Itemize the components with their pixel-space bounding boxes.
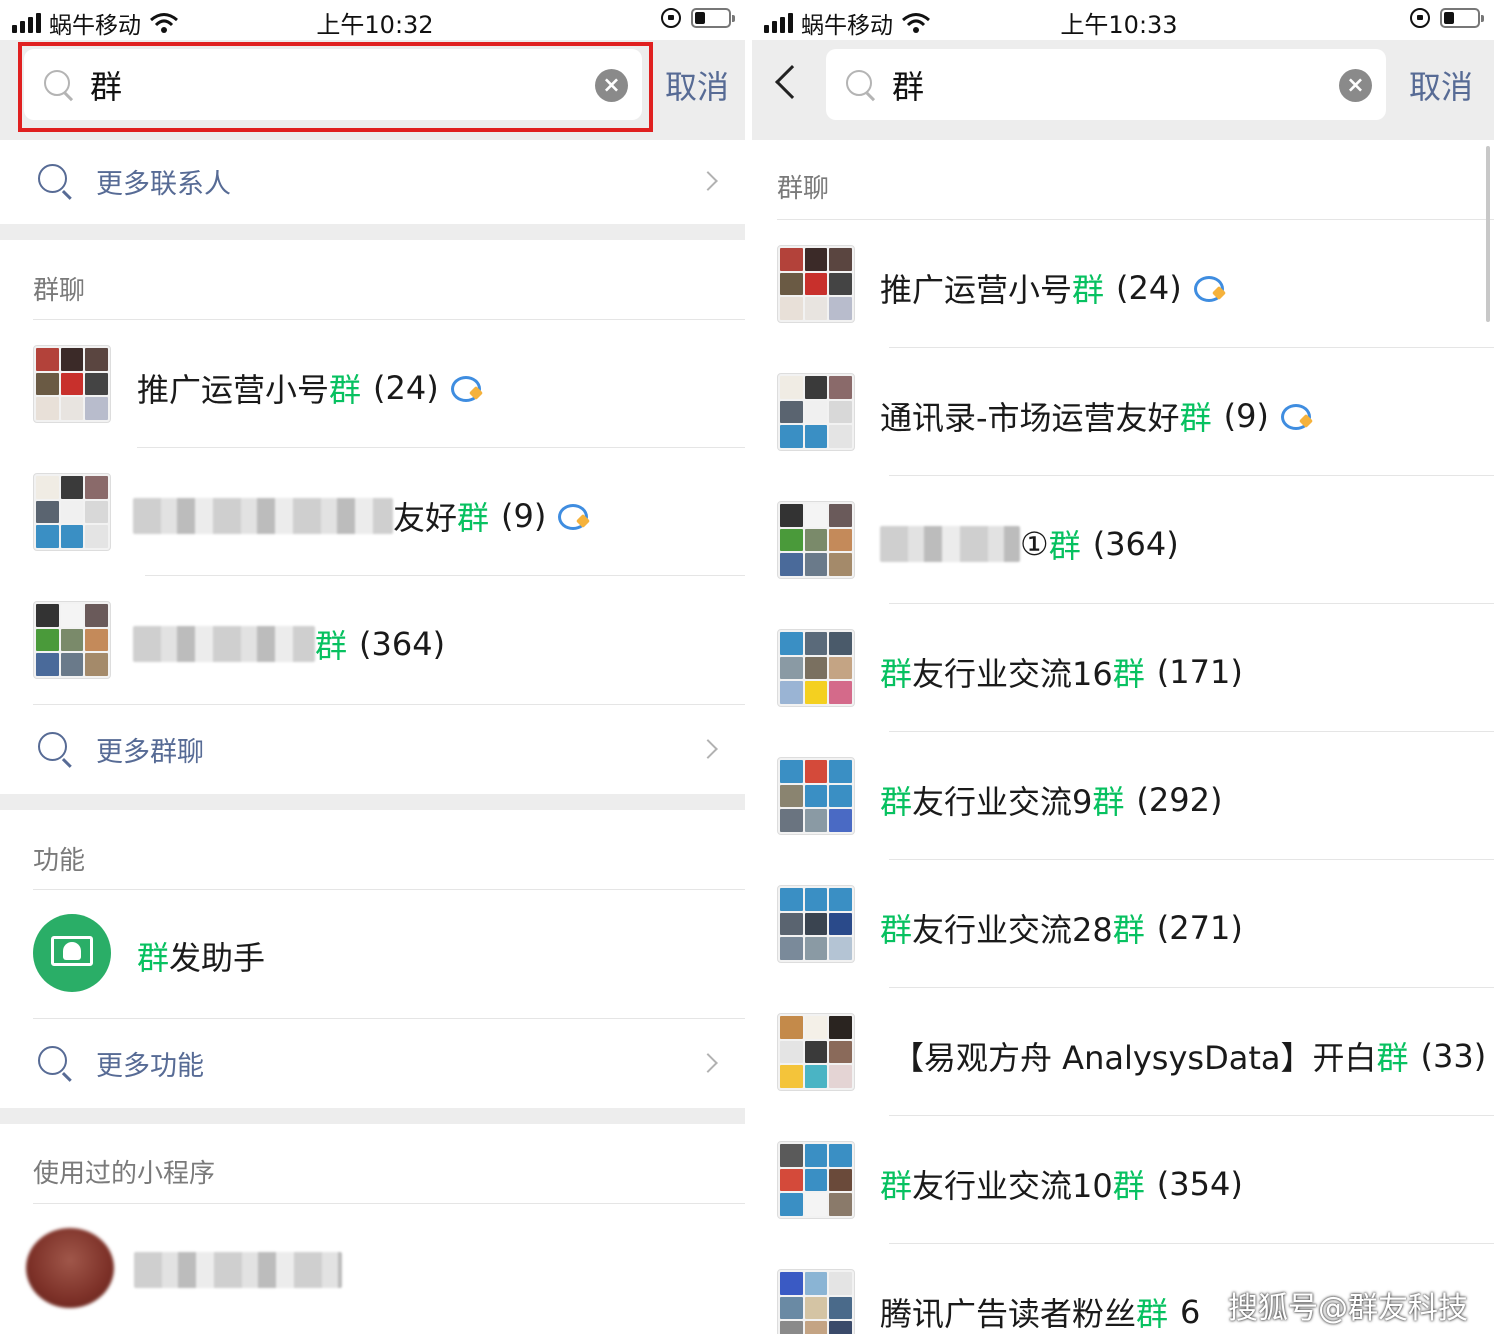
cancel-button[interactable]: 取消	[1409, 62, 1473, 108]
back-arrow-icon[interactable]	[775, 65, 809, 99]
chevron-right-icon	[698, 171, 718, 191]
section-gap	[0, 224, 745, 240]
group-avatar	[777, 373, 855, 451]
carrier-name: 蜗牛移动	[801, 13, 893, 39]
group-name: 推广运营小号群 (24)	[137, 365, 485, 411]
panel-separator	[745, 0, 752, 1334]
group-chat-row[interactable]: 群友行业交流10 群 (354)	[752, 1116, 1494, 1244]
group-avatar	[33, 473, 111, 551]
group-name: 友好群 (9)	[133, 493, 592, 539]
more-groups-row[interactable]: 更多群聊	[0, 708, 745, 790]
search-icon	[38, 164, 74, 200]
group-name: 【易观方舟 AnalysysData】开白群 (33)	[892, 1037, 1487, 1077]
group-name: 腾讯广告读者粉丝群 6	[880, 1293, 1201, 1333]
battery-icon	[691, 8, 735, 28]
signal-icon	[764, 13, 793, 33]
search-icon	[38, 732, 74, 768]
group-name: 群友行业交流9 群 (292)	[880, 781, 1223, 821]
divider	[33, 1018, 745, 1019]
group-name: 群友行业交流10 群 (354)	[880, 1165, 1243, 1205]
group-name: ① 群 (364)	[880, 521, 1179, 567]
more-contacts-label: 更多联系人	[96, 168, 231, 200]
divider	[33, 704, 745, 705]
search-bar-area: 群 × 取消	[752, 40, 1494, 140]
wifi-icon	[902, 13, 930, 33]
function-row[interactable]: 群发助手	[0, 890, 745, 1018]
mini-program-avatar	[26, 1228, 114, 1308]
group-chat-row[interactable]: ① 群 (364)	[752, 476, 1494, 604]
search-input[interactable]: 群 ×	[826, 49, 1386, 120]
more-groups-label: 更多群聊	[96, 736, 204, 768]
group-broadcast-icon	[33, 914, 111, 992]
group-avatar	[777, 501, 855, 579]
status-time: 上午10:32	[316, 11, 434, 39]
group-chat-row[interactable]: 群友行业交流16 群 (171)	[752, 604, 1494, 732]
section-title-mini-programs: 使用过的小程序	[33, 1159, 216, 1189]
redacted-text	[880, 526, 1020, 562]
group-chat-row[interactable]: 推广运营小号群 (24)	[752, 220, 1494, 348]
chevron-right-icon	[698, 1053, 718, 1073]
group-chat-row[interactable]: 友好群 (9)	[0, 448, 745, 576]
group-avatar	[777, 1269, 855, 1334]
chevron-right-icon	[698, 739, 718, 759]
search-query: 群	[892, 67, 925, 106]
group-name: 通讯录-市场运营友好群 (9)	[880, 393, 1315, 439]
group-avatar	[777, 1013, 855, 1091]
group-chat-row[interactable]: 推广运营小号群 (24)	[0, 320, 745, 448]
watermark: 搜狐号@群友科技	[1228, 1291, 1468, 1326]
right-screen: 蜗牛移动 上午10:33 群 × 取消 群聊 推广运营小号群 (24) 通讯录-…	[752, 0, 1494, 1334]
group-name: 群 (364)	[133, 621, 445, 667]
signal-icon	[12, 13, 41, 33]
rotation-lock-icon	[661, 8, 681, 28]
group-avatar	[777, 757, 855, 835]
mini-program-row[interactable]	[0, 1204, 745, 1334]
wifi-icon	[150, 13, 178, 33]
search-highlight-frame	[18, 42, 653, 132]
search-icon	[844, 68, 878, 102]
status-bar: 蜗牛移动 上午10:32	[0, 0, 745, 40]
group-avatar	[33, 601, 111, 679]
rotation-lock-icon	[1410, 8, 1430, 28]
group-avatar	[777, 629, 855, 707]
group-name: 群友行业交流16 群 (171)	[880, 653, 1243, 693]
group-chat-row[interactable]: 群友行业交流9 群 (292)	[752, 732, 1494, 860]
more-functions-row[interactable]: 更多功能	[0, 1022, 745, 1104]
group-chat-row[interactable]: 群 (364)	[0, 576, 745, 704]
section-gap	[0, 1108, 745, 1124]
clear-icon[interactable]: ×	[1339, 69, 1372, 102]
enterprise-chat-icon	[558, 502, 592, 530]
group-avatar	[777, 245, 855, 323]
redacted-text	[134, 1252, 342, 1288]
group-chat-row[interactable]: 【易观方舟 AnalysysData】开白群 (33)	[752, 988, 1494, 1116]
group-name: 推广运营小号群 (24)	[880, 265, 1228, 311]
group-avatar	[777, 1141, 855, 1219]
section-gap	[0, 794, 745, 810]
enterprise-chat-icon	[1280, 402, 1315, 430]
cancel-button[interactable]: 取消	[665, 62, 729, 108]
section-title-group-chat: 群聊	[33, 276, 86, 306]
function-name: 群发助手	[137, 939, 266, 977]
section-title-function: 功能	[33, 846, 86, 876]
section-title-group-chat: 群聊	[777, 174, 830, 204]
group-chat-row[interactable]: 群友行业交流28 群 (271)	[752, 860, 1494, 988]
group-avatar	[777, 885, 855, 963]
status-bar: 蜗牛移动 上午10:33	[752, 0, 1494, 40]
enterprise-chat-icon	[450, 374, 485, 402]
enterprise-chat-icon	[1193, 274, 1228, 302]
more-functions-label: 更多功能	[96, 1050, 204, 1082]
group-name: 群友行业交流28 群 (271)	[880, 909, 1243, 949]
battery-icon	[1440, 8, 1484, 28]
redacted-text	[133, 498, 393, 534]
carrier-name: 蜗牛移动	[49, 13, 141, 39]
search-icon	[38, 1046, 74, 1082]
more-contacts-row[interactable]: 更多联系人	[0, 140, 745, 222]
group-avatar	[33, 345, 111, 423]
redacted-text	[133, 626, 315, 662]
group-chat-row[interactable]: 通讯录-市场运营友好群 (9)	[752, 348, 1494, 476]
status-time: 上午10:33	[1060, 11, 1178, 39]
left-screen: 蜗牛移动 上午10:32 群 × 取消 更多联系人 群聊 推广运营小号 群 (2…	[0, 0, 745, 1334]
